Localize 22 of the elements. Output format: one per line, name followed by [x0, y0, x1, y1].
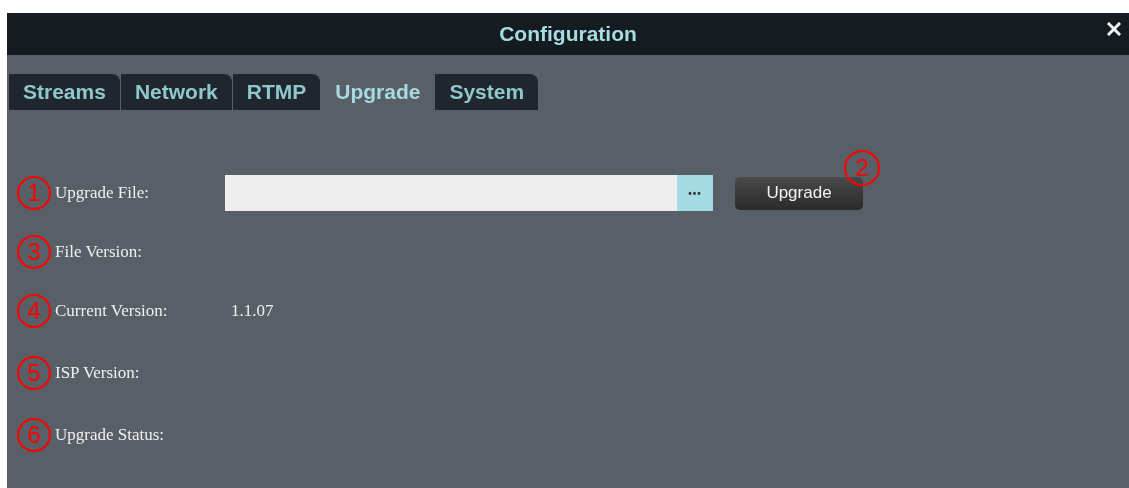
annotation-marker: 5 — [17, 356, 51, 390]
annotation-marker: 2 — [844, 149, 880, 186]
field-label: Current Version: — [55, 301, 169, 321]
tab[interactable]: Upgrade — [321, 74, 435, 110]
browse-button[interactable]: ••• — [677, 175, 713, 211]
tab[interactable]: Streams — [9, 74, 120, 110]
annotation-marker: 1 — [17, 176, 51, 210]
tab[interactable]: Network — [120, 74, 232, 110]
annotation-marker: 6 — [17, 418, 51, 452]
window-title: Configuration — [499, 22, 637, 46]
field-value: 1.1.07 — [231, 301, 274, 321]
annotation-marker: 3 — [17, 235, 51, 269]
field-label: Upgrade File: — [55, 183, 150, 203]
file-field[interactable]: ••• — [225, 175, 713, 211]
field-label: File Version: — [55, 242, 144, 262]
annotation-marker: 4 — [17, 294, 51, 328]
tab[interactable]: RTMP — [232, 74, 321, 110]
field-label: Upgrade Status: — [55, 425, 166, 445]
tab[interactable]: System — [435, 74, 539, 110]
field-label: ISP Version: — [55, 363, 141, 383]
close-icon[interactable] — [1107, 22, 1121, 36]
upgrade-button[interactable]: Upgrade — [735, 176, 863, 210]
